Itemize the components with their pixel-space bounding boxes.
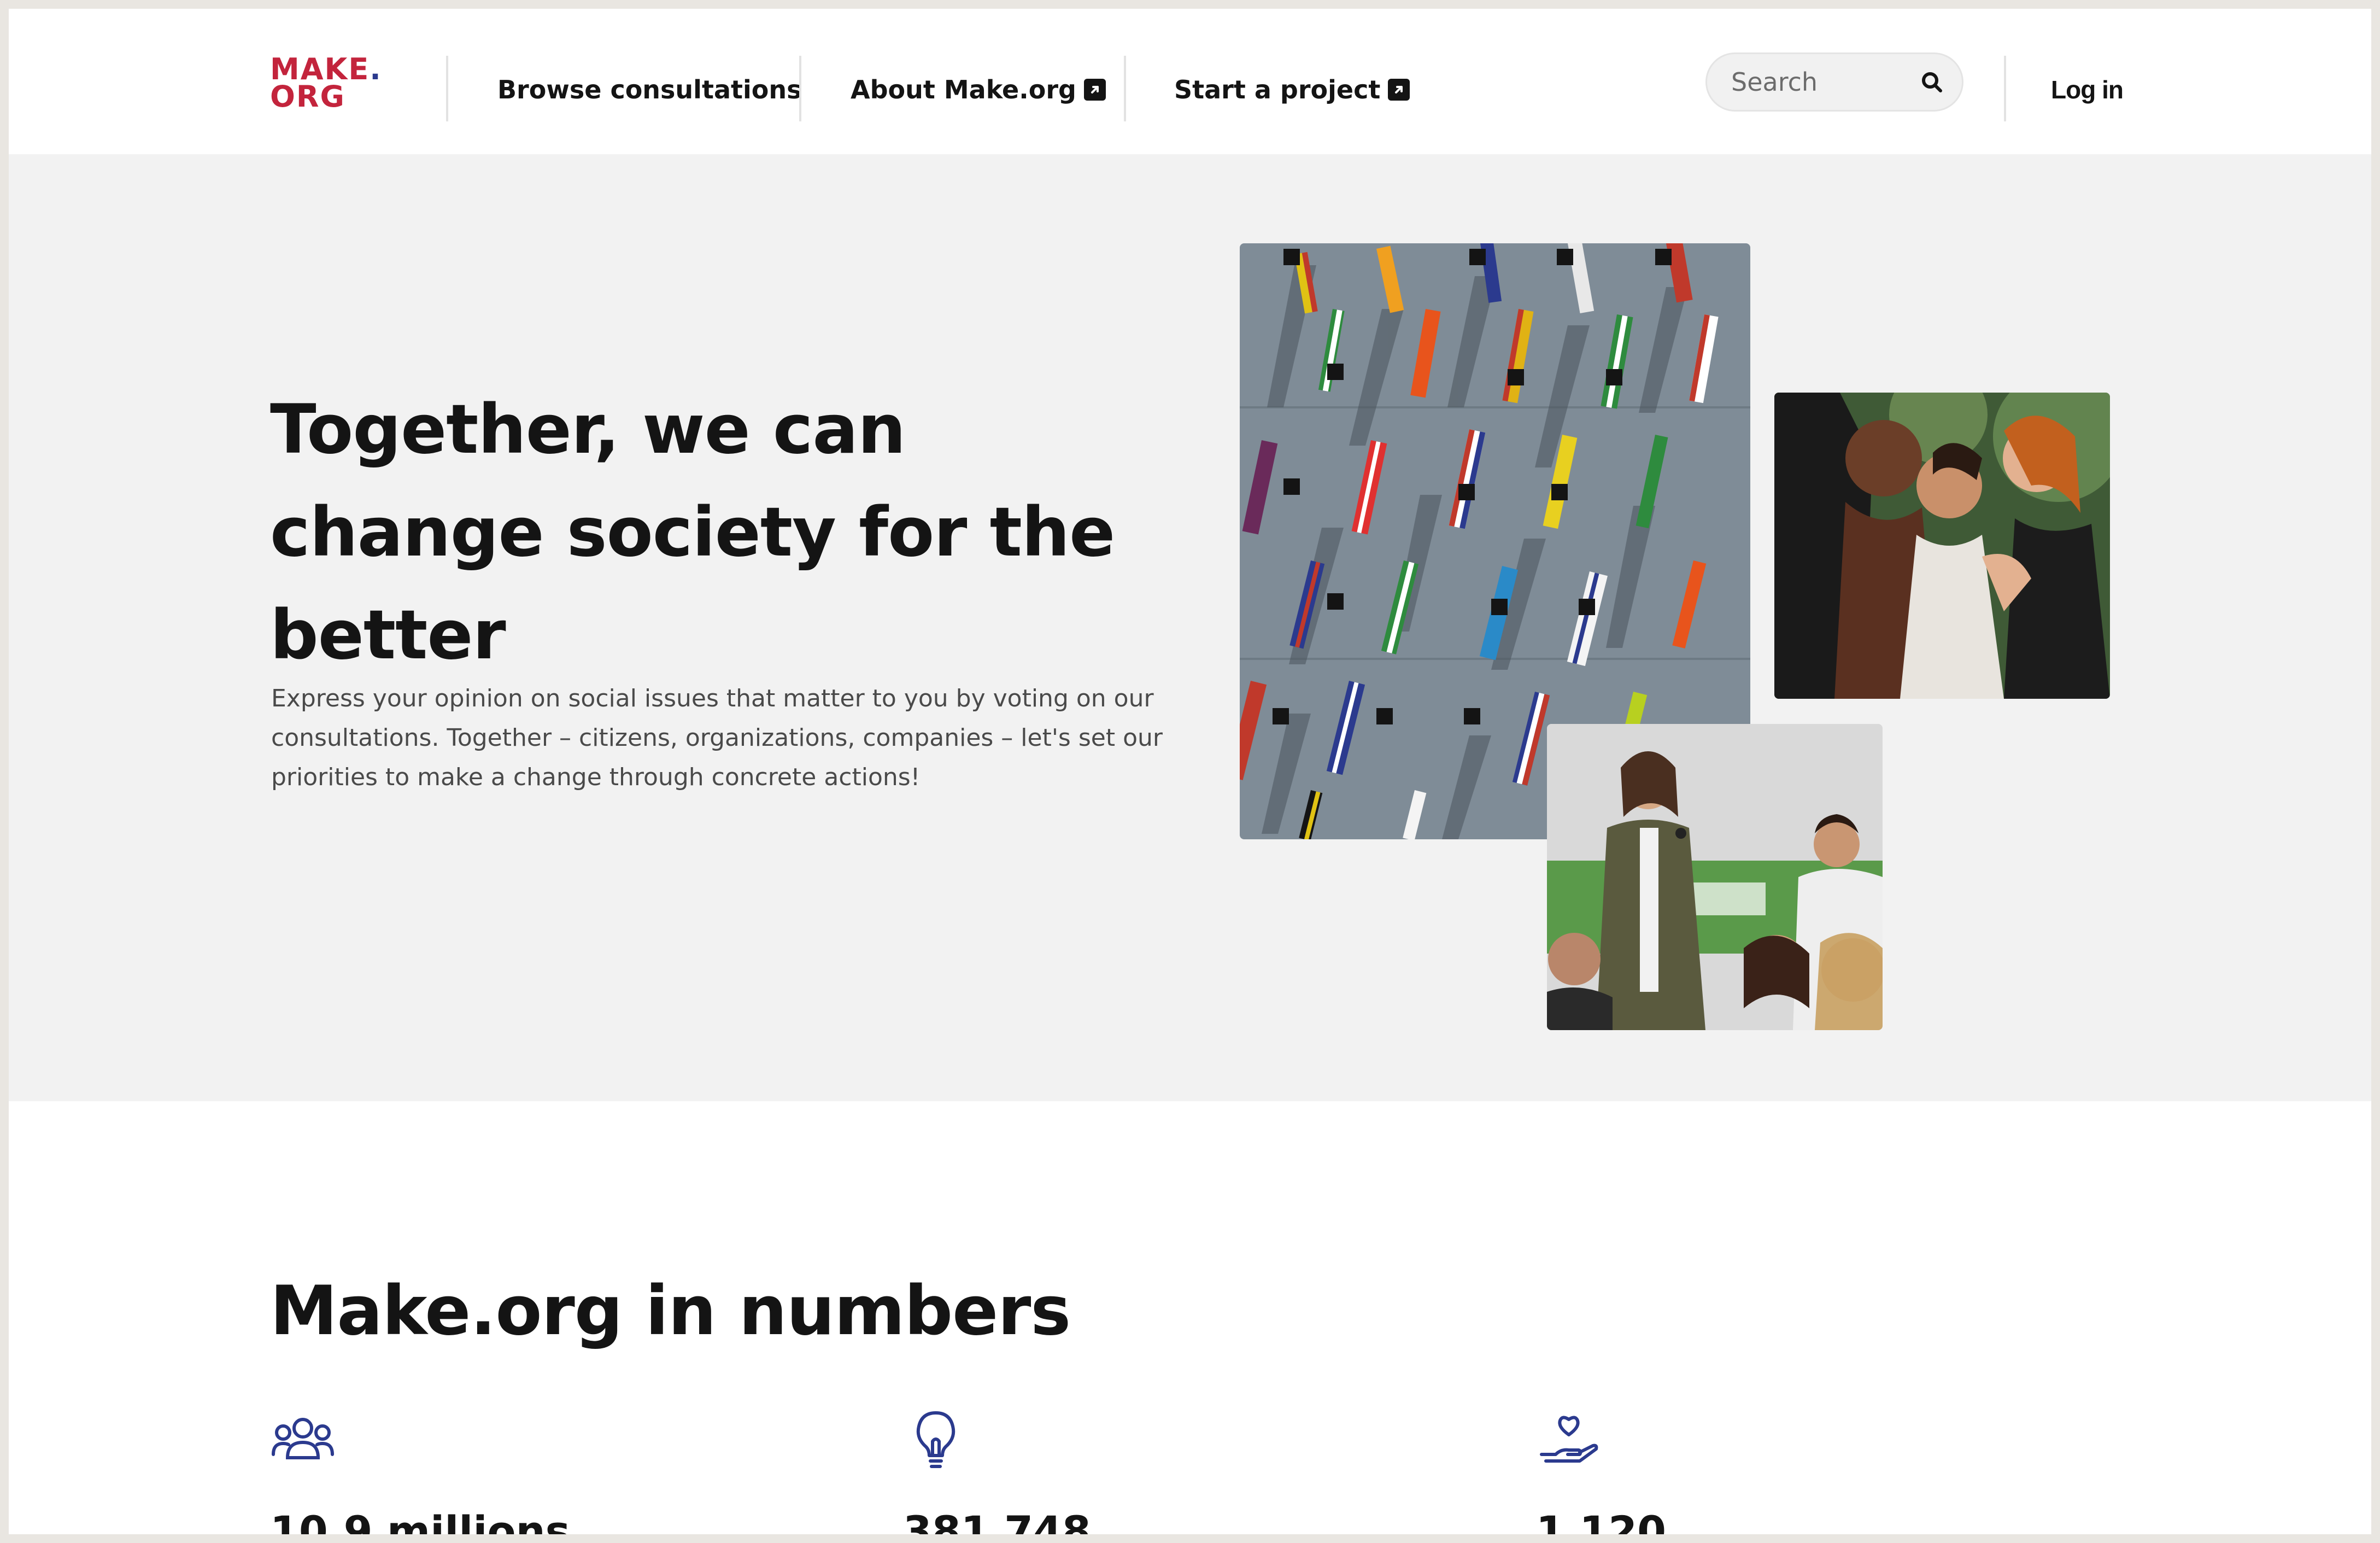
nav-divider [446,56,448,121]
friends-celebrating-photo [1774,393,2110,699]
nav-start-a-project[interactable]: Start a project [1174,69,1410,110]
make-org-logo[interactable]: MAKE. ORG [270,55,385,116]
hero-title: Together, we can change society for the … [270,390,1115,675]
hero-description: Express your opinion on social issues th… [271,685,1163,791]
nav-divider [1124,56,1126,121]
stat-value: 1 120 [1536,1507,1666,1534]
nav-start-label: Start a project [1174,75,1381,104]
numbers-section-title: Make.org in numbers [270,1272,1071,1351]
people-group-icon [270,1408,336,1474]
stat-value: 381 748 [903,1507,1091,1534]
stat-value: 10.9 millions [270,1507,570,1534]
nav-about-make-org[interactable]: About Make.org [851,69,1106,110]
search-input[interactable] [1731,64,1917,100]
search-icon[interactable] [1919,69,1945,96]
speaker-audience-photo [1547,724,1883,1030]
nav-about-label: About Make.org [851,75,1076,104]
browser-viewport: MAKE. ORG Browse consultations About Mak… [9,9,2371,1534]
nav-divider [799,56,801,121]
search-box[interactable] [1705,52,1963,112]
nav-browse-consultations[interactable]: Browse consultations [497,69,801,110]
stat-actions: 1 120 [1536,1408,2028,1534]
stat-participants: 10.9 millions [270,1408,762,1534]
heart-hand-icon [1536,1408,1602,1474]
external-link-icon [1388,79,1410,101]
nav-divider [2004,56,2006,121]
lightbulb-icon [903,1408,969,1474]
external-link-icon [1083,79,1106,101]
hero-section: Together, we can change society for the … [9,154,2371,1101]
nav-browse-label: Browse consultations [497,75,802,104]
logo-bottom-text: ORG [270,79,345,114]
login-link[interactable]: Log in [2051,69,2124,110]
site-header: MAKE. ORG Browse consultations About Mak… [9,9,2371,154]
stat-proposals: 381 748 [903,1408,1395,1534]
logo-dot: . [370,52,382,86]
